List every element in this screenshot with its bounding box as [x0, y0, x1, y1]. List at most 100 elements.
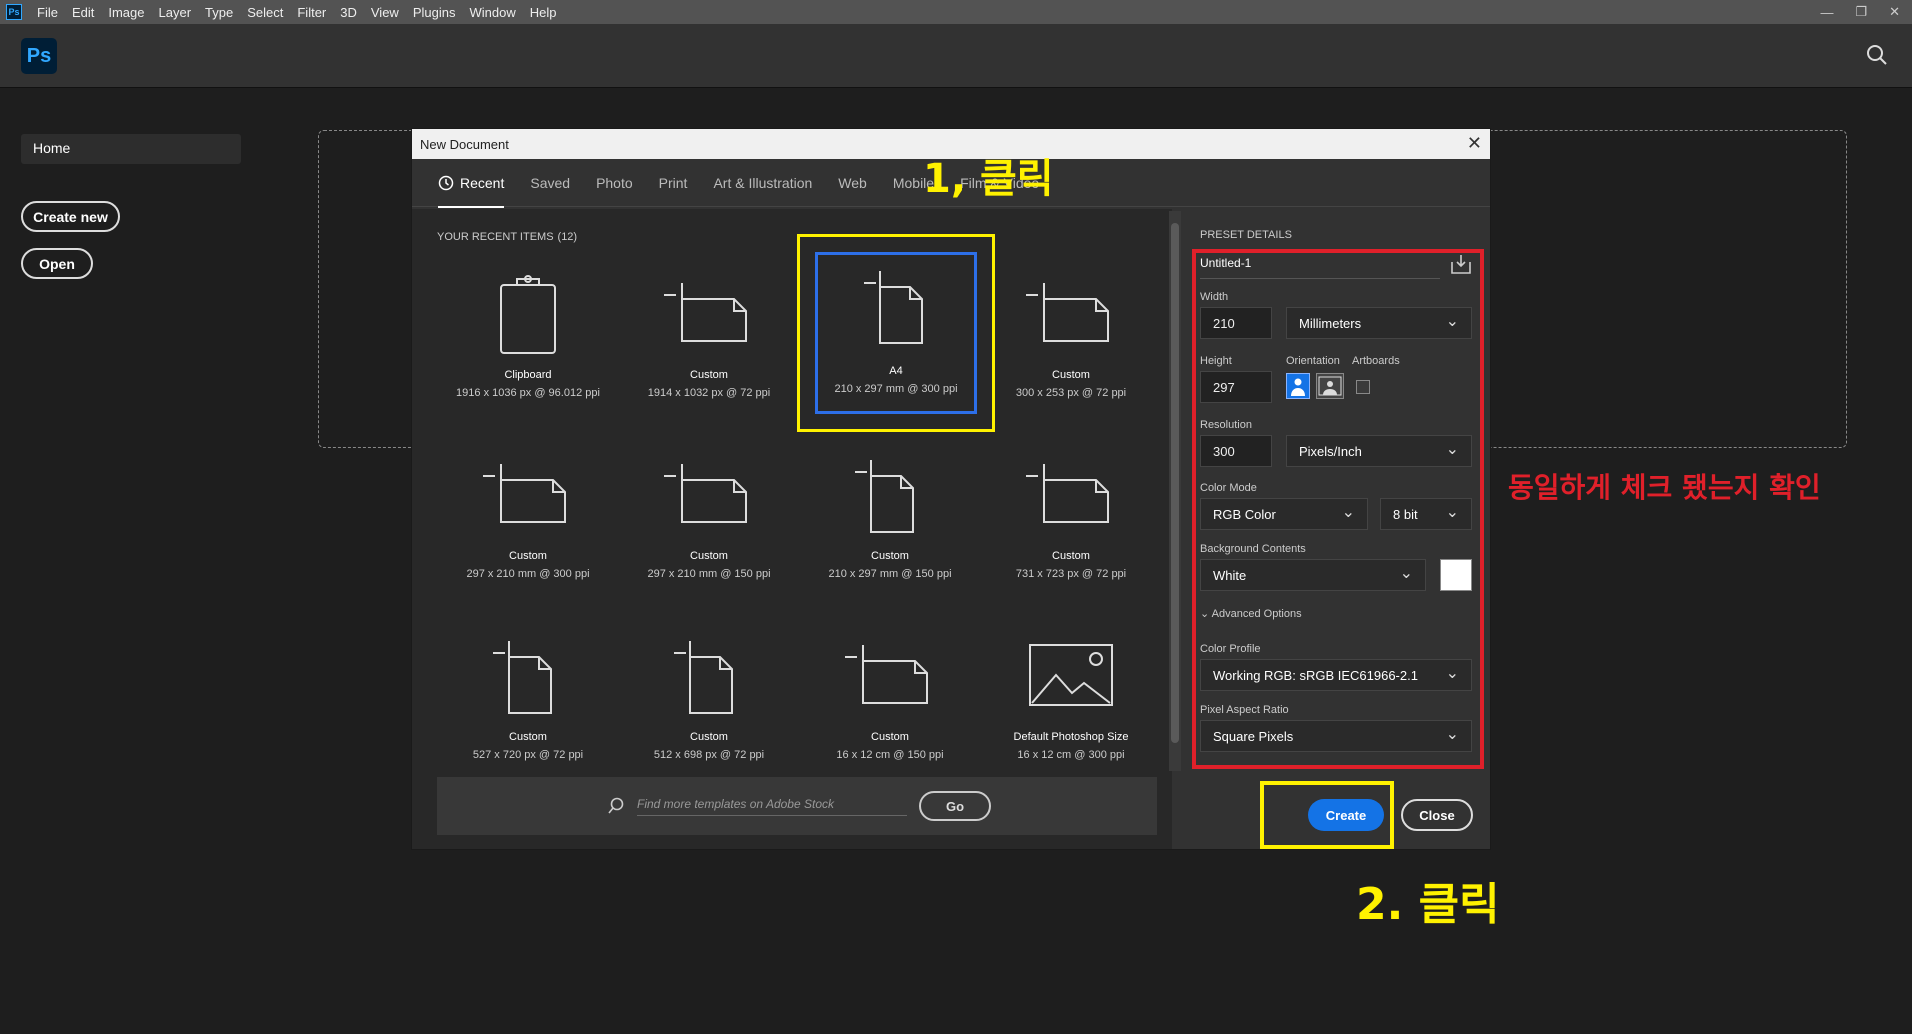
document-name-field[interactable]: Untitled-1: [1200, 256, 1440, 279]
photoshop-logo: Ps: [21, 38, 57, 74]
color-mode-select[interactable]: RGB Color: [1200, 498, 1368, 530]
recent-items-title: YOUR RECENT ITEMS: [437, 231, 554, 243]
preset-details-header: PRESET DETAILS: [1200, 229, 1292, 241]
resolution-unit-select[interactable]: Pixels/Inch: [1286, 435, 1472, 467]
recent-items-count: (12): [557, 231, 578, 243]
tab-photo[interactable]: Photo: [596, 159, 633, 207]
menu-file[interactable]: File: [30, 5, 65, 20]
width-label: Width: [1200, 291, 1229, 303]
menu-image[interactable]: Image: [101, 5, 151, 20]
preset-card[interactable]: Custom 731 x 723 px @ 72 ppi: [980, 440, 1162, 615]
artboards-checkbox[interactable]: [1356, 380, 1370, 394]
menu-edit[interactable]: Edit: [65, 5, 101, 20]
scrollbar[interactable]: [1169, 211, 1181, 771]
landscape-doc-icon: [1026, 269, 1116, 359]
width-input[interactable]: 210: [1200, 307, 1272, 339]
color-profile-select[interactable]: Working RGB: sRGB IEC61966-2.1: [1200, 659, 1472, 691]
dialog-title: New Document: [420, 136, 509, 152]
landscape-orientation-icon[interactable]: [1316, 373, 1344, 399]
search-icon[interactable]: [1866, 44, 1888, 66]
preset-size: 527 x 720 px @ 72 ppi: [472, 749, 584, 761]
preset-card[interactable]: Custom 297 x 210 mm @ 300 ppi: [437, 440, 619, 615]
preset-size: 1916 x 1036 px @ 96.012 ppi: [456, 387, 600, 399]
preset-card[interactable]: Custom 1914 x 1032 px @ 72 ppi: [618, 259, 800, 434]
background-color-swatch[interactable]: [1440, 559, 1472, 591]
preset-card[interactable]: Clipboard 1916 x 1036 px @ 96.012 ppi: [437, 259, 619, 434]
menu-bar: Ps File Edit Image Layer Type Select Fil…: [0, 0, 1912, 24]
preset-size: 297 x 210 mm @ 150 ppi: [647, 568, 771, 580]
preset-card[interactable]: Custom 16 x 12 cm @ 150 ppi: [799, 621, 981, 796]
clock-icon: [438, 175, 454, 190]
preset-card[interactable]: Default Photoshop Size 16 x 12 cm @ 300 p…: [980, 621, 1162, 796]
menu-plugins[interactable]: Plugins: [406, 5, 463, 20]
preset-card[interactable]: Custom 297 x 210 mm @ 150 ppi: [618, 440, 800, 615]
chevron-down-icon: ⌄: [1200, 608, 1210, 620]
resolution-input[interactable]: 300: [1200, 435, 1272, 467]
preset-card[interactable]: Custom 527 x 720 px @ 72 ppi: [437, 621, 619, 796]
width-unit-select[interactable]: Millimeters: [1286, 307, 1472, 339]
menu-select[interactable]: Select: [240, 5, 290, 20]
tab-recent[interactable]: Recent: [438, 159, 505, 208]
menu-window[interactable]: Window: [462, 5, 522, 20]
preset-size: 210 x 297 mm @ 300 ppi: [834, 383, 958, 395]
tab-saved[interactable]: Saved: [530, 159, 570, 207]
preset-size: 1914 x 1032 px @ 72 ppi: [647, 387, 771, 399]
height-label: Height: [1200, 355, 1232, 367]
photoshop-mini-icon: Ps: [6, 4, 22, 20]
close-window-icon[interactable]: ✕: [1889, 4, 1900, 20]
annotation-step1: 1, 클릭: [923, 156, 1054, 202]
background-contents-label: Background Contents: [1200, 543, 1306, 555]
restore-icon[interactable]: ❐: [1855, 4, 1867, 20]
preset-card[interactable]: A4 210 x 297 mm @ 300 ppi: [797, 234, 995, 432]
preset-name: A4: [889, 365, 903, 377]
preset-details-pane: PRESET DETAILS Untitled-1 Width 210 Mill…: [1182, 209, 1490, 849]
go-button[interactable]: Go: [919, 791, 991, 821]
menu-filter[interactable]: Filter: [290, 5, 333, 20]
preset-name: Clipboard: [504, 369, 552, 381]
portrait-doc-icon: [483, 631, 573, 721]
portrait-doc-icon: [664, 631, 754, 721]
advanced-options-toggle[interactable]: ⌄ Advanced Options: [1200, 607, 1302, 620]
save-preset-icon[interactable]: [1450, 253, 1472, 275]
resolution-label: Resolution: [1200, 419, 1252, 431]
open-button[interactable]: Open: [21, 248, 93, 279]
advanced-options-label: Advanced Options: [1211, 608, 1302, 620]
preset-card[interactable]: Custom 300 x 253 px @ 72 ppi: [980, 259, 1162, 434]
portrait-orientation-icon[interactable]: [1286, 373, 1310, 399]
menu-help[interactable]: Help: [523, 5, 564, 20]
preset-name: Custom: [690, 550, 728, 562]
search-icon: [608, 797, 624, 814]
orientation-label: Orientation: [1286, 355, 1340, 367]
close-icon[interactable]: ✕: [1467, 133, 1482, 154]
tab-web[interactable]: Web: [838, 159, 867, 207]
sidebar-item-home[interactable]: Home: [21, 134, 241, 164]
preset-name: Custom: [871, 550, 909, 562]
menu-type[interactable]: Type: [198, 5, 240, 20]
menu-view[interactable]: View: [364, 5, 406, 20]
landscape-doc-icon: [664, 450, 754, 540]
tab-print[interactable]: Print: [659, 159, 688, 207]
create-new-button[interactable]: Create new: [21, 201, 120, 232]
landscape-doc-icon: [845, 631, 935, 721]
pixel-aspect-ratio-select[interactable]: Square Pixels: [1200, 720, 1472, 752]
height-input[interactable]: 297: [1200, 371, 1272, 403]
home-top-bar: Ps: [0, 24, 1912, 88]
preset-size: 512 x 698 px @ 72 ppi: [653, 749, 765, 761]
stock-search-input[interactable]: Find more templates on Adobe Stock: [637, 797, 907, 816]
menu-3d[interactable]: 3D: [333, 5, 364, 20]
preset-name: Custom: [509, 731, 547, 743]
preset-card[interactable]: Custom 512 x 698 px @ 72 ppi: [618, 621, 800, 796]
clipboard-icon: [483, 269, 573, 359]
annotation-check-note: 동일하게 체크 됐는지 확인: [1508, 471, 1821, 504]
tab-art-illustration[interactable]: Art & Illustration: [713, 159, 812, 207]
close-button[interactable]: Close: [1401, 799, 1473, 831]
minimize-icon[interactable]: —: [1820, 5, 1833, 20]
background-contents-select[interactable]: White: [1200, 559, 1426, 591]
preset-card[interactable]: Custom 210 x 297 mm @ 150 ppi: [799, 440, 981, 615]
stock-search-bar: Find more templates on Adobe Stock Go: [437, 777, 1157, 835]
create-button[interactable]: Create: [1308, 799, 1384, 831]
preset-size: 210 x 297 mm @ 150 ppi: [828, 568, 952, 580]
menu-layer[interactable]: Layer: [152, 5, 199, 20]
bit-depth-select[interactable]: 8 bit: [1380, 498, 1472, 530]
preset-size: 16 x 12 cm @ 300 ppi: [1017, 749, 1125, 761]
